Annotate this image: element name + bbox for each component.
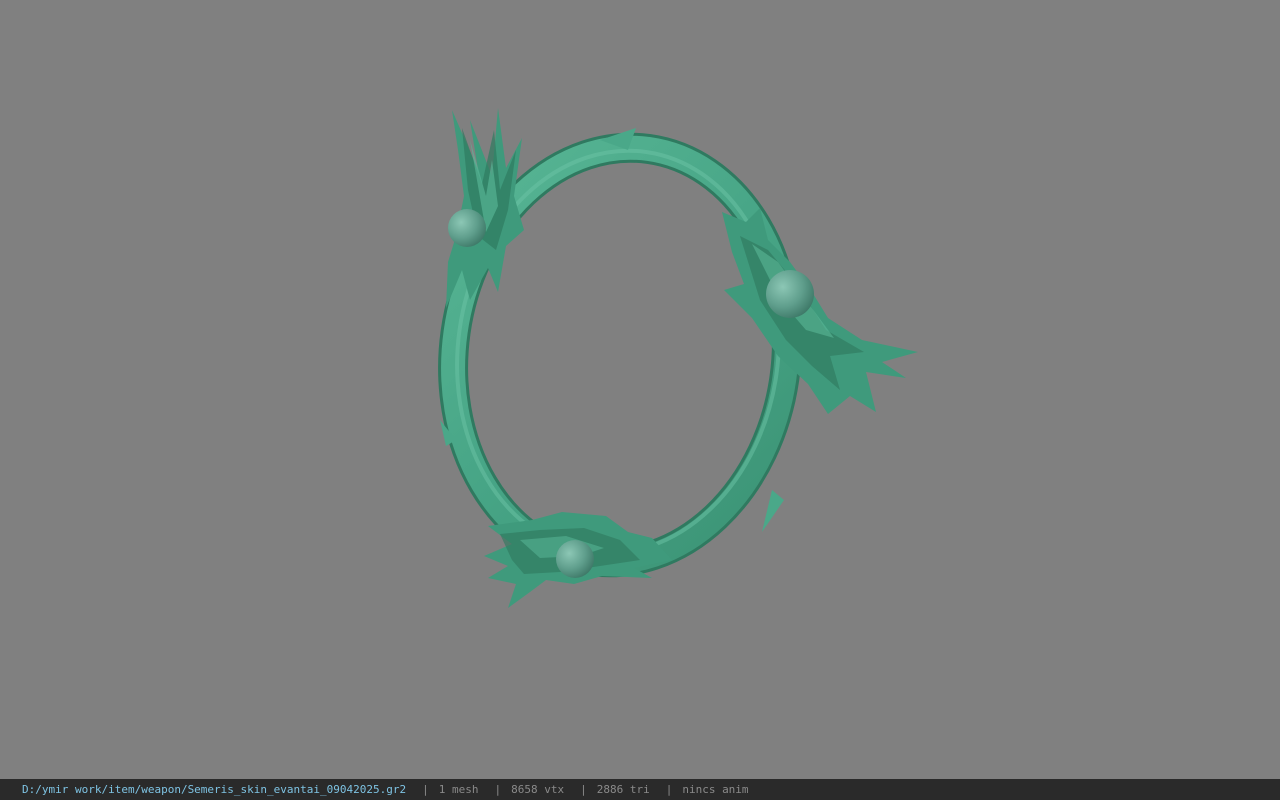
status-bar: D:/ymir work/item/weapon/Semeris_skin_ev… — [0, 779, 1280, 800]
mesh-count: 1 mesh — [438, 783, 479, 796]
separator: | — [494, 783, 502, 796]
model-render — [438, 108, 918, 608]
file-path: D:/ymir work/item/weapon/Semeris_skin_ev… — [22, 783, 407, 796]
orb-top-left — [448, 209, 486, 247]
animation-status: nincs anim — [682, 783, 749, 796]
triangle-count: 2886 tri — [596, 783, 650, 796]
3d-viewport[interactable] — [0, 0, 1280, 779]
ornament-right — [722, 208, 918, 414]
separator: | — [665, 783, 673, 796]
vertex-count: 8658 vtx — [511, 783, 565, 796]
separator: | — [422, 783, 429, 796]
separator: | — [580, 783, 587, 796]
orb-right — [766, 270, 814, 318]
orb-bottom — [556, 540, 594, 578]
